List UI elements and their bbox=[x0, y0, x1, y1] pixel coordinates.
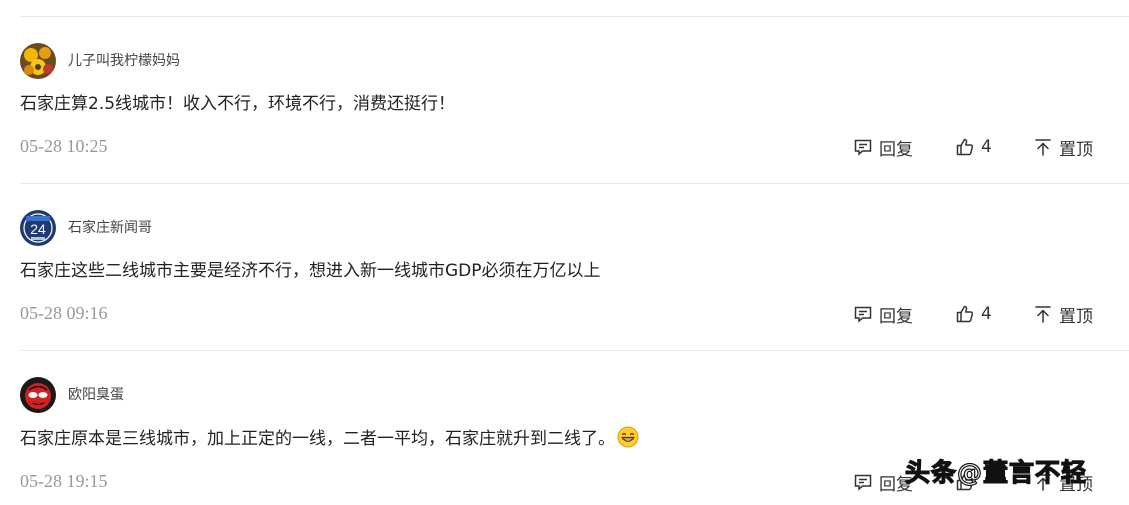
comment-icon bbox=[853, 304, 873, 324]
avatar[interactable] bbox=[20, 43, 56, 79]
comment-icon bbox=[853, 472, 873, 492]
comment-text: 石家庄原本是三线城市，加上正定的一线，二者一平均，石家庄就升到二线了。 bbox=[20, 429, 615, 449]
comment-text: 石家庄算2.5线城市！收入不行，环境不行，消费还挺行！ bbox=[20, 94, 456, 114]
username[interactable]: 儿子叫我柠檬妈妈 bbox=[68, 51, 180, 71]
divider bbox=[20, 183, 1129, 184]
reply-label: 回复 bbox=[879, 139, 913, 160]
username[interactable]: 欧阳臭蛋 bbox=[68, 385, 124, 405]
pin-button[interactable]: 置顶 bbox=[1033, 302, 1093, 327]
reply-button[interactable]: 回复 bbox=[853, 470, 913, 495]
reply-button[interactable]: 回复 bbox=[853, 302, 913, 327]
pin-to-top-icon bbox=[1033, 304, 1053, 324]
username[interactable]: 石家庄新闻哥 bbox=[68, 218, 152, 238]
avatar[interactable]: 24 bbox=[20, 210, 56, 246]
pin-label: 置顶 bbox=[1059, 139, 1093, 160]
divider bbox=[20, 16, 1129, 17]
divider bbox=[20, 350, 1129, 351]
pin-label: 置顶 bbox=[1059, 306, 1093, 327]
like-count: 4 bbox=[981, 304, 992, 324]
avatar[interactable] bbox=[20, 377, 56, 413]
comment-icon bbox=[853, 137, 873, 157]
pin-button[interactable]: 置顶 bbox=[1033, 135, 1093, 160]
comment-time: 05-28 10:25 bbox=[20, 136, 108, 156]
avatar-text: 24 bbox=[30, 221, 46, 237]
like-count: 4 bbox=[981, 137, 992, 157]
thumbs-up-icon bbox=[955, 137, 975, 157]
watermark: 头条@董言不轻 bbox=[904, 457, 1088, 487]
grinning-face-icon bbox=[617, 426, 639, 448]
comment-text-row: 石家庄原本是三线城市，加上正定的一线，二者一平均，石家庄就升到二线了。 bbox=[20, 426, 639, 451]
comment-time: 05-28 19:15 bbox=[20, 471, 108, 491]
thumbs-up-icon bbox=[955, 304, 975, 324]
comment-time: 05-28 09:16 bbox=[20, 303, 108, 323]
like-button[interactable]: 4 bbox=[955, 135, 992, 159]
reply-button[interactable]: 回复 bbox=[853, 135, 913, 160]
comment-text: 石家庄这些二线城市主要是经济不行，想进入新一线城市GDP必须在万亿以上 bbox=[20, 261, 601, 281]
reply-label: 回复 bbox=[879, 306, 913, 327]
pin-to-top-icon bbox=[1033, 137, 1053, 157]
like-button[interactable]: 4 bbox=[955, 302, 992, 326]
